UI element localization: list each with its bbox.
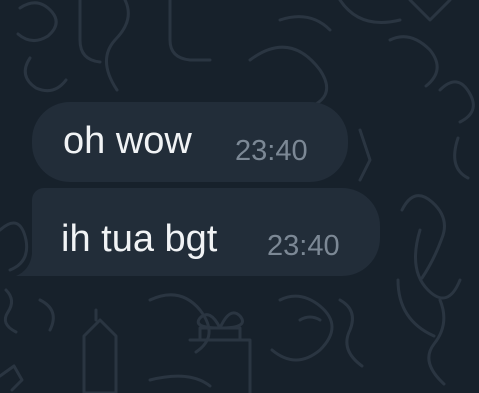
message-text: ih tua bgt	[61, 218, 218, 260]
bubble-tail	[16, 254, 42, 276]
message-bubble[interactable]: oh wow 23:40	[32, 102, 348, 182]
message-timestamp: 23:40	[235, 135, 308, 167]
chat-area: oh wow 23:40 ih tua bgt 23:40	[0, 0, 479, 393]
message-text: oh wow	[63, 120, 192, 162]
message-bubble[interactable]: ih tua bgt 23:40	[16, 188, 380, 276]
message-timestamp: 23:40	[267, 230, 340, 262]
